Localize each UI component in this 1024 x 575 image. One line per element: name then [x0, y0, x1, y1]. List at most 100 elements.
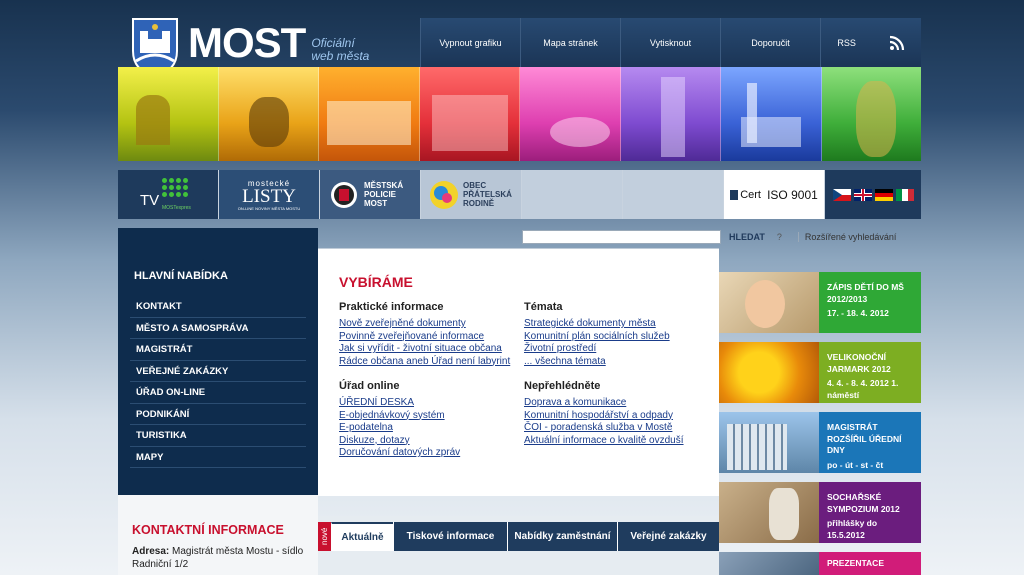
- banner-image-easter-egg: [719, 342, 819, 403]
- menu-item-urad-online[interactable]: ÚŘAD ON-LINE: [130, 382, 306, 404]
- news-tabs: nové Aktuálně Tiskové informace Nabídky …: [318, 516, 719, 575]
- link-coi[interactable]: ČOI - poradenská služba v Mostě: [524, 422, 684, 435]
- banner-text: PREZENTACE: [819, 552, 921, 575]
- site-logo[interactable]: MOST Oficiální web města: [118, 17, 420, 77]
- link-e-filing[interactable]: E-podatelna: [339, 422, 460, 435]
- menu-item-podnikani[interactable]: PODNIKÁNÍ: [130, 404, 306, 425]
- brand-subtitle: Oficiální web města: [311, 35, 370, 63]
- mostecke-listy-logo[interactable]: mostecké LISTY ON-LINE NOVINY MĚSTA MOST…: [219, 170, 319, 219]
- contact-info: KONTAKTNÍ INFORMACE Adresa: Magistrát mě…: [118, 495, 318, 575]
- mestska-policie-logo[interactable]: MĚSTSKÁ POLICIE MOST: [320, 170, 420, 219]
- photo-theater: [419, 67, 520, 161]
- sitemap-link[interactable]: Mapa stránek: [520, 18, 620, 67]
- print-link[interactable]: Vytisknout: [620, 18, 720, 67]
- link-community-plan[interactable]: Komunitní plán sociálních služeb: [524, 331, 670, 344]
- photo-strip: [118, 67, 921, 161]
- link-new-documents[interactable]: Nově zveřejněné dokumenty: [339, 318, 510, 331]
- recommend-link[interactable]: Doporučit: [720, 18, 820, 67]
- photo-building: [319, 67, 420, 161]
- banner-text: SOCHAŘSKÉ SYMPOZIUM 2012 přihlášky do 15.…: [819, 482, 921, 543]
- link-air-quality[interactable]: Aktuální informace o kvalitě ovzduší: [524, 435, 684, 448]
- section-heading: Témata: [524, 301, 563, 313]
- tab-verejne-zakazky[interactable]: Veřejné zakázky: [617, 522, 719, 551]
- flag-cz-icon[interactable]: [832, 188, 851, 201]
- address-line-1: Magistrát města Mostu - sídlo: [172, 546, 304, 557]
- menu-item-verejne-zakazky[interactable]: VEŘEJNÉ ZAKÁZKY: [130, 361, 306, 382]
- photo-palms: [520, 67, 621, 161]
- section-heading: Úřad online: [339, 380, 400, 392]
- link-data-messages[interactable]: Doručování datových zpráv: [339, 447, 460, 460]
- tab-nabidky-zamestnani[interactable]: Nabídky zaměstnání: [507, 522, 617, 551]
- rss-icon: [889, 35, 904, 50]
- tv-dots-icon: [162, 178, 188, 197]
- iso-cert-logo[interactable]: Cert ISO 9001: [724, 170, 824, 219]
- link-all-topics[interactable]: ... všechna témata: [524, 356, 670, 369]
- tv-mostexpres-logo[interactable]: TV MOSTexpres: [118, 170, 218, 219]
- contact-title: KONTAKTNÍ INFORMACE: [132, 523, 284, 537]
- link-waste[interactable]: Komunitní hospodářství a odpady: [524, 410, 684, 423]
- office-online-block: Úřad online ÚŘEDNÍ DESKA E-objednávkový …: [339, 380, 460, 460]
- photo-costume: [821, 67, 921, 161]
- main-menu-title: HLAVNÍ NABÍDKA: [134, 270, 228, 282]
- banner-zapis-deti[interactable]: ZÁPIS DĚTÍ DO MŠ 2012/2013 17. - 18. 4. 2…: [719, 272, 921, 333]
- police-badge-icon: [331, 181, 357, 208]
- obec-pratelska-rodine-logo[interactable]: OBEC PŘÁTELSKÁ RODINĚ: [421, 170, 521, 219]
- link-mandatory-info[interactable]: Povinně zveřejňované informace: [339, 331, 510, 344]
- promo-banners: ZÁPIS DĚTÍ DO MŠ 2012/2013 17. - 18. 4. 2…: [719, 272, 921, 575]
- featured-title: VYBÍRÁME: [339, 274, 413, 290]
- search-input[interactable]: [522, 230, 721, 244]
- language-flags: [825, 170, 921, 219]
- search-button[interactable]: HLEDAT: [729, 232, 765, 242]
- banner-text: ZÁPIS DĚTÍ DO MŠ 2012/2013 17. - 18. 4. 2…: [819, 272, 921, 333]
- menu-item-turistika[interactable]: TURISTIKA: [130, 425, 306, 447]
- logo-empty-1: [522, 170, 622, 219]
- link-life-situations[interactable]: Jak si vyřídit - životní situace občana: [339, 343, 510, 356]
- link-discussion[interactable]: Diskuze, dotazy: [339, 435, 460, 448]
- section-heading: Nepřehlédněte: [524, 380, 601, 392]
- tab-aktualne[interactable]: Aktuálně: [331, 522, 393, 551]
- tcert-icon: [730, 189, 739, 200]
- link-e-booking[interactable]: E-objednávkový systém: [339, 410, 460, 423]
- family-logo-icon: [430, 180, 458, 209]
- link-strategic-docs[interactable]: Strategické dokumenty města: [524, 318, 670, 331]
- banner-socharske-sympozium[interactable]: SOCHAŘSKÉ SYMPOZIUM 2012 přihlášky do 15.…: [719, 482, 921, 543]
- menu-item-kontakt[interactable]: KONTAKT: [130, 296, 306, 318]
- banner-velikonocni-jarmark[interactable]: VELIKONOČNÍ JARMARK 2012 4. 4. - 8. 4. 20…: [719, 342, 921, 403]
- flag-en-icon[interactable]: [853, 188, 872, 201]
- dont-miss-block: Nepřehlédněte Doprava a komunikace Komun…: [524, 380, 684, 447]
- logo-empty-2: [623, 170, 723, 219]
- link-environment[interactable]: Životní prostředí: [524, 343, 670, 356]
- rss-link[interactable]: RSS: [820, 18, 921, 67]
- banner-image-office-building: [719, 412, 819, 473]
- photo-tower: [620, 67, 721, 161]
- search-bar: HLEDAT ? Rozšířené vyhledávání: [522, 229, 921, 245]
- address-line-2: Radniční 1/2: [132, 559, 189, 570]
- address-label: Adresa:: [132, 546, 170, 557]
- menu-item-mesto-samosprava[interactable]: MĚSTO A SAMOSPRÁVA: [130, 318, 306, 339]
- new-badge: nové: [318, 522, 331, 551]
- flag-it-icon[interactable]: [895, 188, 914, 201]
- banner-prezentace[interactable]: PREZENTACE: [719, 552, 921, 575]
- partner-logos: TV MOSTexpres mostecké LISTY ON-LINE NOV…: [118, 170, 921, 219]
- menu-item-mapy[interactable]: MAPY: [130, 447, 306, 468]
- advanced-search-link[interactable]: Rozšířené vyhledávání: [797, 232, 896, 242]
- link-transport[interactable]: Doprava a komunikace: [524, 397, 684, 410]
- menu-item-magistrat[interactable]: MAGISTRÁT: [130, 339, 306, 361]
- main-menu: HLAVNÍ NABÍDKA KONTAKT MĚSTO A SAMOSPRÁV…: [118, 228, 318, 495]
- flag-de-icon[interactable]: [874, 188, 893, 201]
- banner-magistrat-uredni-dny[interactable]: MAGISTRÁT ROZŠÍŘIL ÚŘEDNÍ DNY po - út - s…: [719, 412, 921, 473]
- photo-castle: [118, 67, 219, 161]
- banner-text: MAGISTRÁT ROZŠÍŘIL ÚŘEDNÍ DNY po - út - s…: [819, 412, 921, 473]
- link-citizen-guide[interactable]: Rádce občana aneb Úřad není labyrint: [339, 356, 510, 369]
- search-help-link[interactable]: ?: [777, 232, 782, 242]
- topics-block: Témata Strategické dokumenty města Komun…: [524, 301, 670, 368]
- featured-section: VYBÍRÁME Praktické informace Nově zveřej…: [318, 248, 719, 496]
- section-heading: Praktické informace: [339, 301, 444, 313]
- link-official-board[interactable]: ÚŘEDNÍ DESKA: [339, 397, 460, 410]
- photo-horse-race: [218, 67, 319, 161]
- banner-text: VELIKONOČNÍ JARMARK 2012 4. 4. - 8. 4. 20…: [819, 342, 921, 403]
- practical-info-block: Praktické informace Nově zveřejněné doku…: [339, 301, 510, 368]
- disable-graphics-link[interactable]: Vypnout grafiku: [420, 18, 520, 67]
- banner-image-presentation: [719, 552, 819, 575]
- tab-tiskove-informace[interactable]: Tiskové informace: [393, 522, 507, 551]
